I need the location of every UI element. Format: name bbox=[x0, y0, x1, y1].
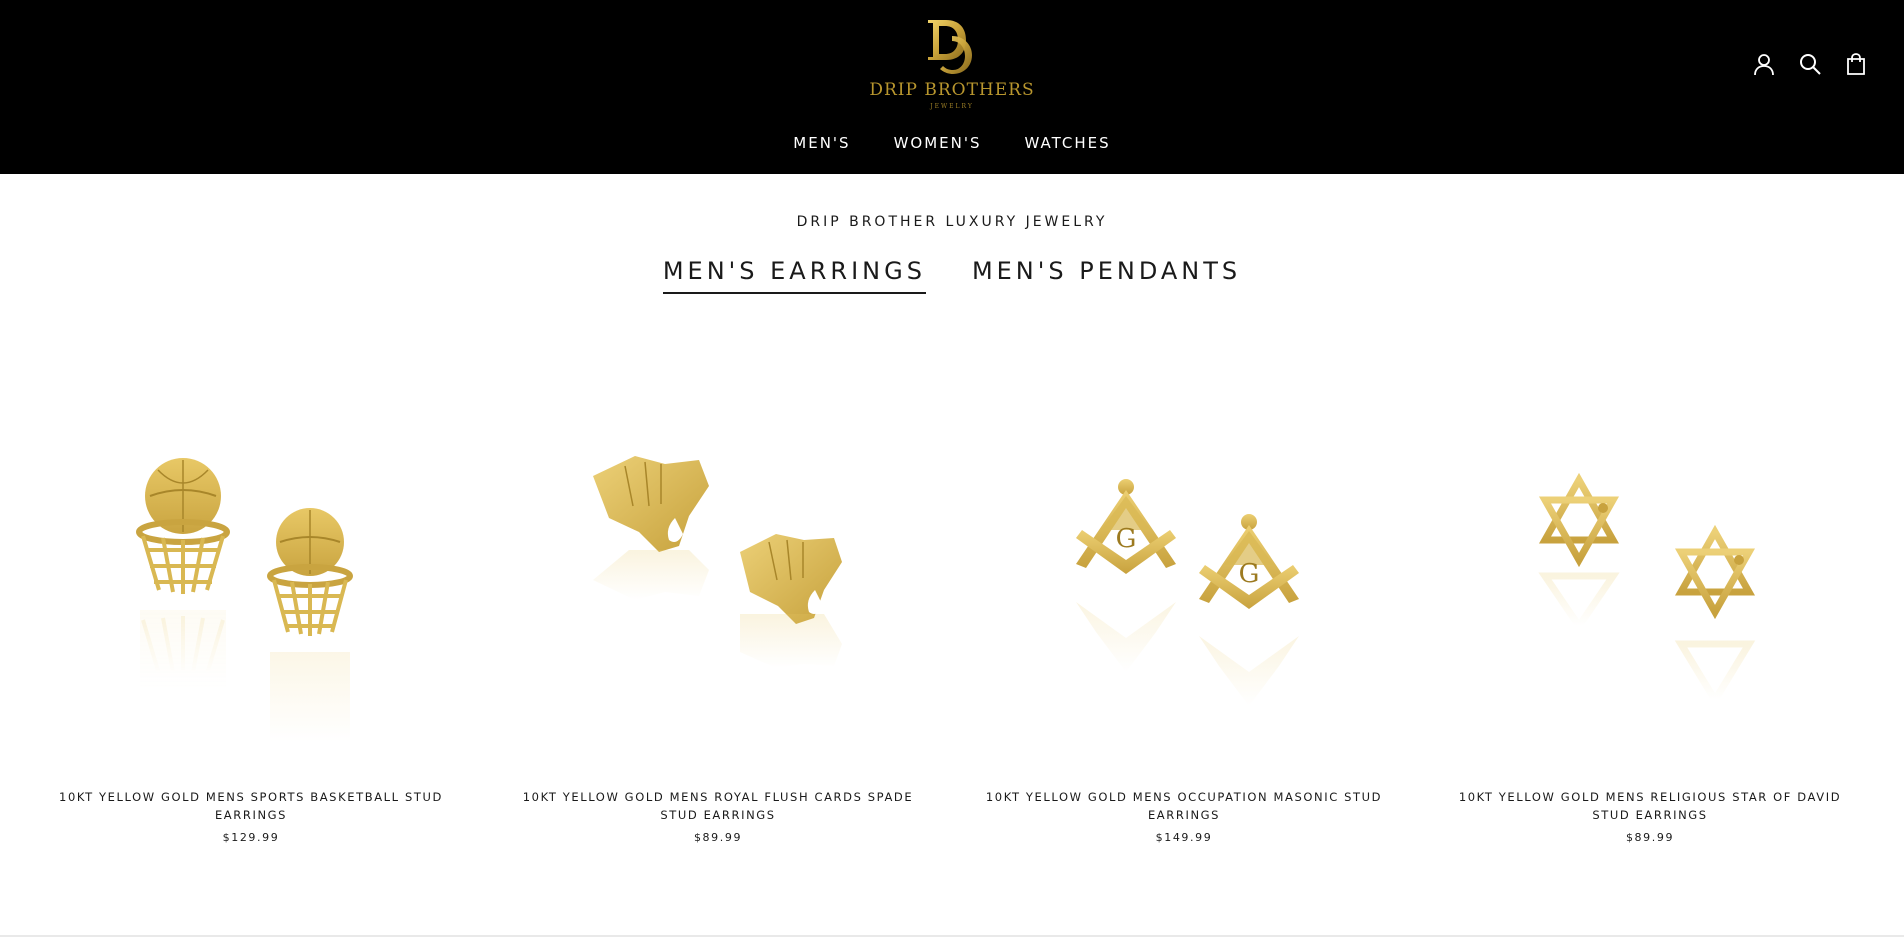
product-card[interactable]: G G 10KT YELLOW GOLD MENS OCCUPATION MAS… bbox=[951, 390, 1417, 860]
svg-text:G: G bbox=[1239, 559, 1260, 589]
product-title: 10KT YELLOW GOLD MENS ROYAL FLUSH CARDS … bbox=[522, 790, 914, 822]
star-of-david-earrings-image bbox=[1538, 472, 1756, 707]
nav-item-watches[interactable]: WATCHES bbox=[1025, 133, 1111, 157]
collection-tabs: MEN'S EARRINGS MEN'S PENDANTS bbox=[0, 256, 1904, 294]
cart-icon[interactable] bbox=[1844, 52, 1868, 76]
product-title: 10KT YELLOW GOLD MENS SPORTS BASKETBALL … bbox=[59, 790, 443, 822]
product-price: $129.99 bbox=[222, 831, 280, 844]
brand-name: DRIP BROTHERS bbox=[869, 80, 1035, 100]
product-grid: 10KT YELLOW GOLD MENS SPORTS BASKETBALL … bbox=[0, 390, 1904, 860]
brand-logo[interactable]: DRIP BROTHERS JEWELRY bbox=[852, 10, 1052, 114]
nav-item-womens[interactable]: WOMEN'S bbox=[894, 133, 982, 157]
product-card[interactable]: 10KT YELLOW GOLD MENS RELIGIOUS STAR OF … bbox=[1417, 390, 1883, 860]
collection-eyebrow: DRIP BROTHER LUXURY JEWELRY bbox=[796, 214, 1108, 230]
header-actions bbox=[1752, 52, 1868, 76]
site-header: DRIP BROTHERS JEWELRY MEN'S WOMEN'S WATC… bbox=[0, 0, 1904, 174]
product-price: $89.99 bbox=[1625, 831, 1675, 844]
main-navigation: MEN'S WOMEN'S WATCHES bbox=[0, 133, 1904, 157]
svg-text:G: G bbox=[1116, 524, 1137, 554]
playing-cards-earrings-image bbox=[593, 456, 842, 668]
collection-intro: DRIP BROTHER LUXURY JEWELRY bbox=[0, 214, 1904, 230]
masonic-compass-earrings-image: G G bbox=[1076, 479, 1299, 706]
brand-subname: JEWELRY bbox=[930, 103, 974, 110]
account-icon[interactable] bbox=[1752, 52, 1776, 76]
tab-mens-pendants[interactable]: MEN'S PENDANTS bbox=[972, 256, 1241, 294]
product-price: $89.99 bbox=[693, 831, 743, 844]
basketball-hoop-earrings-image bbox=[136, 458, 353, 742]
tab-mens-earrings[interactable]: MEN'S EARRINGS bbox=[662, 256, 926, 294]
product-title: 10KT YELLOW GOLD MENS OCCUPATION MASONIC… bbox=[985, 790, 1383, 822]
nav-item-mens[interactable]: MEN'S bbox=[793, 133, 850, 157]
logo-monogram-icon bbox=[928, 20, 972, 74]
product-card[interactable]: 10KT YELLOW GOLD MENS SPORTS BASKETBALL … bbox=[18, 390, 484, 860]
product-title: 10KT YELLOW GOLD MENS RELIGIOUS STAR OF … bbox=[1458, 790, 1842, 822]
product-price: $149.99 bbox=[1155, 831, 1213, 844]
search-icon[interactable] bbox=[1798, 52, 1822, 76]
product-card[interactable]: 10KT YELLOW GOLD MENS ROYAL FLUSH CARDS … bbox=[485, 390, 951, 860]
